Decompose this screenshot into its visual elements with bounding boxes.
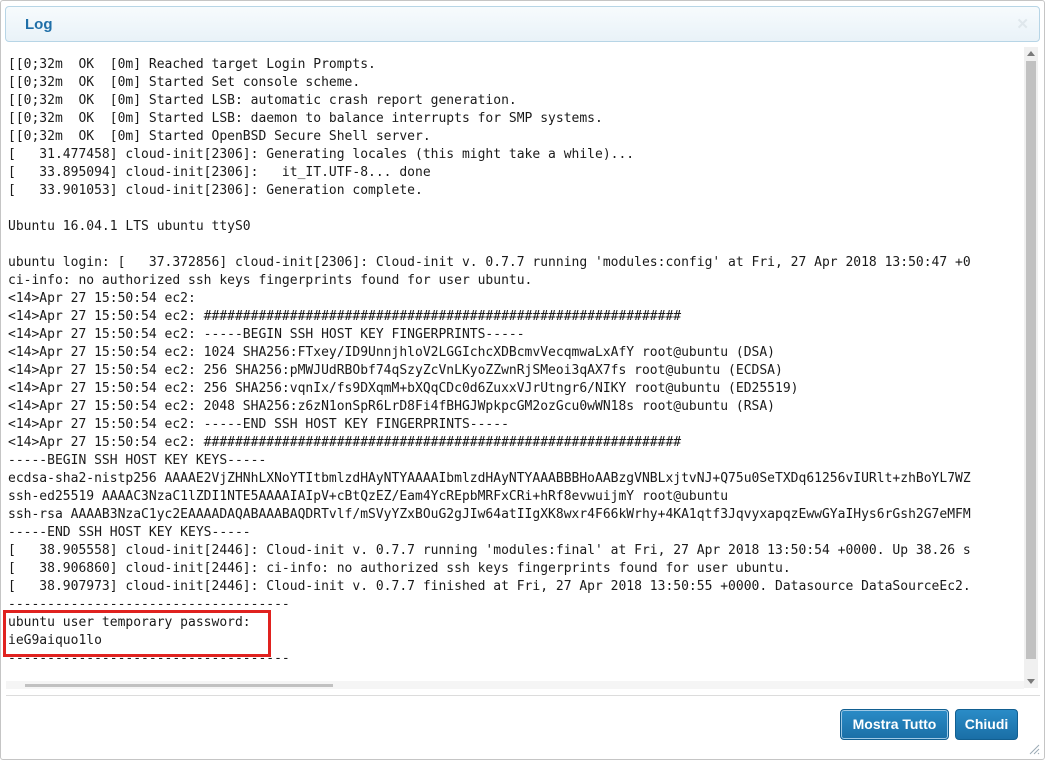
vertical-scroll-thumb[interactable] xyxy=(1026,61,1036,659)
log-output: [[0;32m OK [0m] Reached target Login Pro… xyxy=(8,56,1022,683)
password-highlight-box xyxy=(3,610,271,657)
log-line: <14>Apr 27 15:50:54 ec2: ###############… xyxy=(8,309,682,324)
log-line: <14>Apr 27 15:50:54 ec2: 256 SHA256:vqnI… xyxy=(8,381,799,396)
scroll-up-icon[interactable] xyxy=(1027,51,1035,56)
log-line: [[0;32m OK [0m] Started LSB: automatic c… xyxy=(8,93,517,108)
log-line: Ubuntu 16.04.1 LTS ubuntu ttyS0 xyxy=(8,219,251,234)
show-all-button[interactable]: Mostra Tutto xyxy=(840,709,949,740)
log-line: [ 33.895094] cloud-init[2306]: it_IT.UTF… xyxy=(8,165,431,180)
close-icon[interactable]: ✕ xyxy=(1016,15,1029,33)
vertical-scrollbar[interactable] xyxy=(1024,47,1038,688)
log-line: <14>Apr 27 15:50:54 ec2: -----END SSH HO… xyxy=(8,417,509,432)
log-line: -----END SSH HOST KEY KEYS----- xyxy=(8,525,251,540)
log-line: <14>Apr 27 15:50:54 ec2: ###############… xyxy=(8,435,682,450)
scroll-down-icon[interactable] xyxy=(1027,679,1035,684)
log-line: <14>Apr 27 15:50:54 ec2: -----BEGIN SSH … xyxy=(8,327,525,342)
resize-grip-icon[interactable] xyxy=(1028,743,1040,755)
log-line: [[0;32m OK [0m] Started LSB: daemon to b… xyxy=(8,111,603,126)
log-line: <14>Apr 27 15:50:54 ec2: 1024 SHA256:FTx… xyxy=(8,345,776,360)
log-line: [[0;32m OK [0m] Started Set console sche… xyxy=(8,75,361,90)
log-line: [ 38.905558] cloud-init[2446]: Cloud-ini… xyxy=(8,543,971,558)
log-line: <14>Apr 27 15:50:54 ec2: 256 SHA256:pMWJ… xyxy=(8,363,783,378)
footer-divider xyxy=(6,695,1040,696)
log-line: ssh-ed25519 AAAAC3NzaC1lZDI1NTE5AAAAIAIp… xyxy=(8,489,729,504)
log-line: ci-info: no authorized ssh keys fingerpr… xyxy=(8,273,533,288)
dialog-titlebar[interactable]: Log ✕ xyxy=(5,6,1040,42)
log-line: <14>Apr 27 15:50:54 ec2: xyxy=(8,291,196,306)
log-line: [ 38.906860] cloud-init[2446]: ci-info: … xyxy=(8,561,791,576)
log-dialog: Log ✕ [[0;32m OK [0m] Reached target Log… xyxy=(0,0,1045,760)
log-line: [ 31.477458] cloud-init[2306]: Generatin… xyxy=(8,147,635,162)
horizontal-scrollbar[interactable] xyxy=(6,681,1024,689)
log-line: ubuntu login: [ 37.372856] cloud-init[23… xyxy=(8,255,971,270)
log-line: [[0;32m OK [0m] Reached target Login Pro… xyxy=(8,57,376,72)
log-line: [[0;32m OK [0m] Started OpenBSD Secure S… xyxy=(8,129,431,144)
log-line: ecdsa-sha2-nistp256 AAAAE2VjZHNhLXNoYTIt… xyxy=(8,471,971,486)
horizontal-scroll-thumb[interactable] xyxy=(25,684,333,687)
log-line: [ 33.901053] cloud-init[2306]: Generatio… xyxy=(8,183,423,198)
close-button[interactable]: Chiudi xyxy=(955,709,1018,740)
dialog-title: Log xyxy=(25,16,53,33)
log-line: -----BEGIN SSH HOST KEY KEYS----- xyxy=(8,453,267,468)
log-line: <14>Apr 27 15:50:54 ec2: 2048 SHA256:z6z… xyxy=(8,399,776,414)
log-panel: [[0;32m OK [0m] Reached target Login Pro… xyxy=(6,47,1040,689)
log-line: ssh-rsa AAAAB3NzaC1yc2EAAAADAQABAAABAQDR… xyxy=(8,507,971,522)
log-line: [ 38.907973] cloud-init[2446]: Cloud-ini… xyxy=(8,579,971,594)
